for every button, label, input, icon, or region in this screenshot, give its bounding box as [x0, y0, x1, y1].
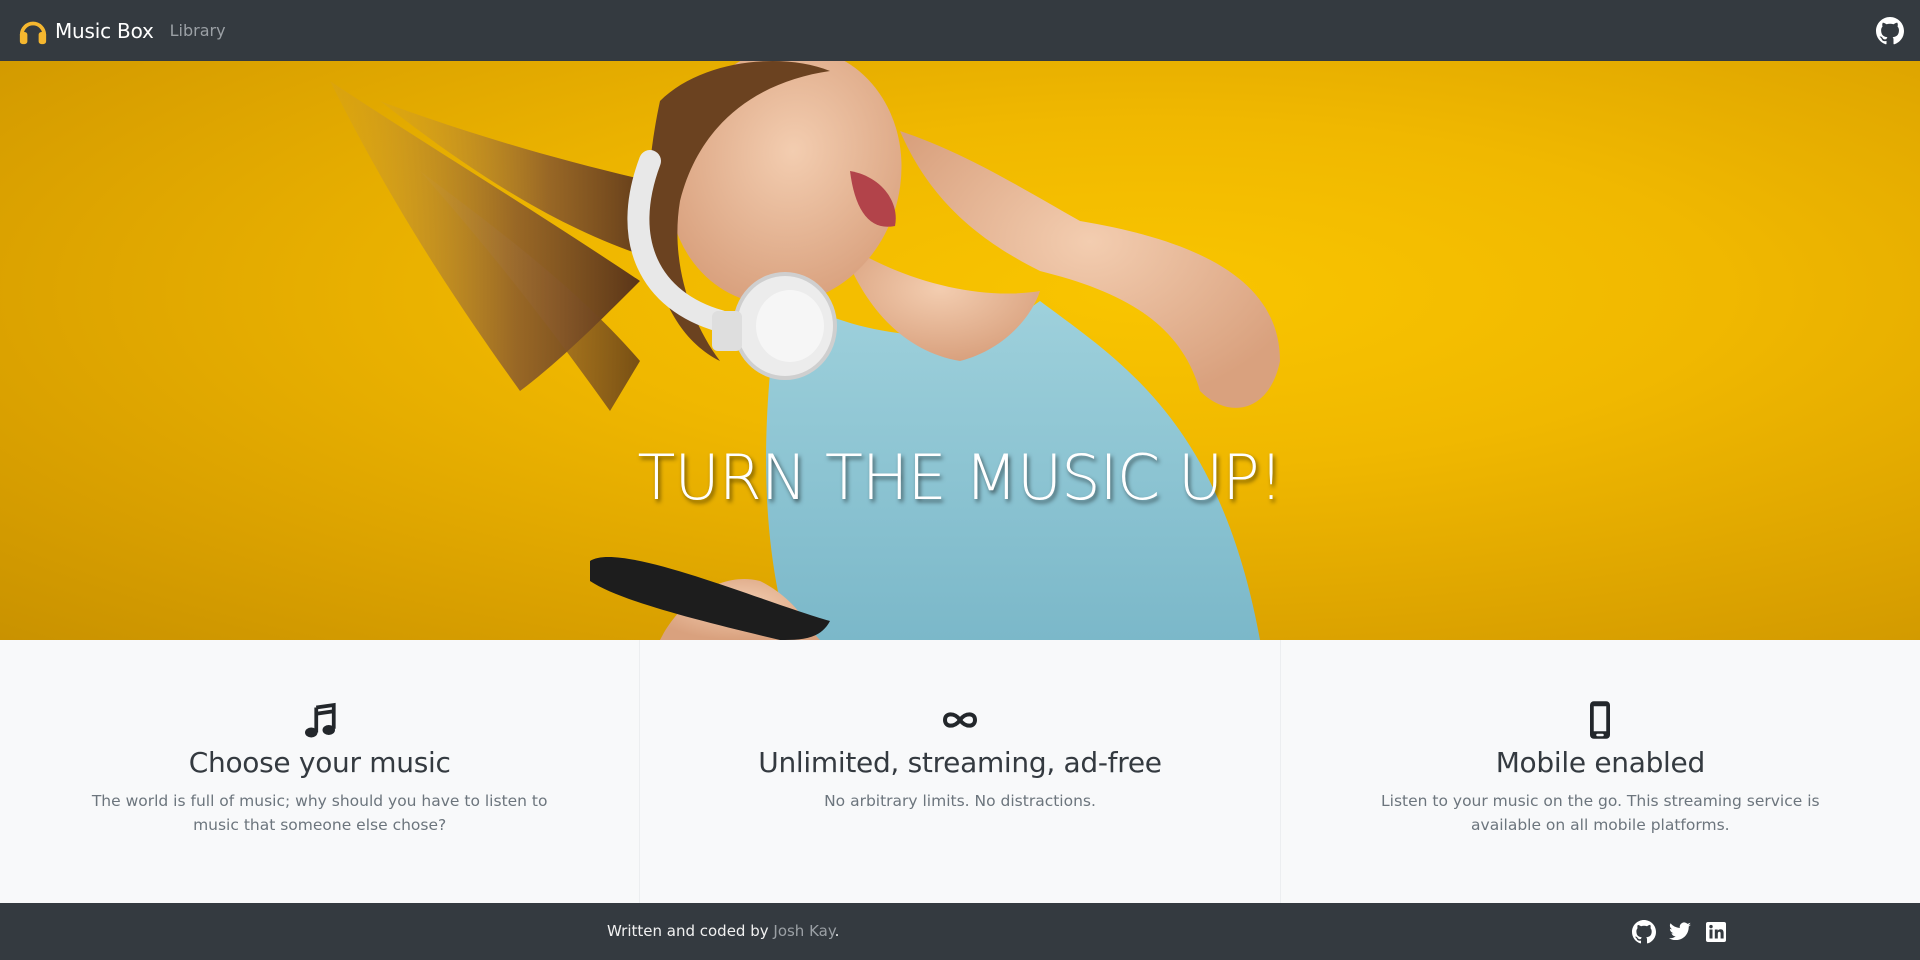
features-section: Choose your music The world is full of m…	[0, 640, 1920, 903]
feature-card: Mobile enabled Listen to your music on t…	[1281, 640, 1920, 903]
twitter-icon[interactable]	[1668, 920, 1692, 944]
footer: Written and coded by Josh Kay.	[0, 903, 1920, 960]
feature-description: The world is full of music; why should y…	[91, 792, 548, 834]
feature-title: Choose your music	[188, 746, 451, 779]
mobile-phone-icon	[1590, 701, 1611, 739]
brand-name: Music Box	[55, 18, 154, 43]
nav-link-library[interactable]: Library	[170, 21, 226, 40]
feature-title: Unlimited, streaming, ad-free	[758, 746, 1162, 779]
feature-card: Unlimited, streaming, ad-free No arbitra…	[640, 640, 1281, 903]
feature-title: Mobile enabled	[1495, 746, 1706, 779]
infinity-icon	[942, 712, 977, 728]
github-icon[interactable]	[1632, 920, 1656, 944]
linkedin-icon[interactable]	[1704, 920, 1728, 944]
feature-card: Choose your music The world is full of m…	[0, 640, 641, 903]
social-links	[1632, 920, 1740, 944]
author-link[interactable]: Josh Kay	[773, 922, 834, 940]
hero-photo	[330, 61, 1280, 640]
hero-banner: TURN THE MUSIC UP!	[0, 61, 1920, 640]
brand[interactable]: Music Box	[18, 16, 170, 46]
feature-description: No arbitrary limits. No distractions.	[824, 792, 1096, 810]
feature-description: Listen to your music on the go. This str…	[1381, 792, 1820, 834]
music-note-icon	[304, 702, 336, 738]
github-icon[interactable]	[1876, 16, 1904, 45]
footer-credit-suffix: .	[834, 922, 840, 940]
footer-credit: Written and coded by Josh Kay.	[607, 922, 839, 940]
hero-title: TURN THE MUSIC UP!	[637, 441, 1284, 514]
headphones-icon	[19, 21, 47, 44]
footer-credit-prefix: Written and coded by	[607, 922, 774, 940]
navbar-right	[1876, 16, 1904, 45]
navbar: Music Box Library	[0, 0, 1920, 61]
